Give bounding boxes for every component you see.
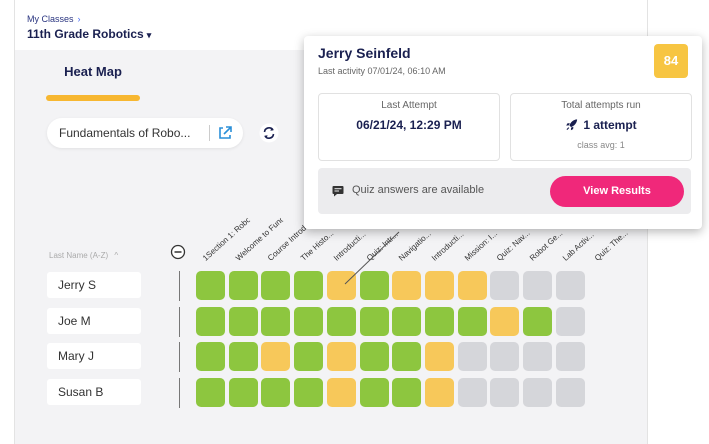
view-results-button[interactable]: View Results [550, 176, 684, 207]
class-average: class avg: 1 [577, 140, 625, 150]
total-attempts-card: Total attempts run 1 attempt class avg: … [510, 93, 692, 161]
student-detail-popup: Jerry Seinfeld Last activity 07/01/24, 0… [304, 36, 702, 229]
total-attempts-label: Total attempts run [561, 100, 641, 111]
quiz-answers-bar: Quiz answers are available View Results [318, 168, 691, 214]
last-attempt-value: 06/21/24, 12:29 PM [356, 118, 462, 132]
total-attempts-value: 1 attempt [583, 118, 637, 132]
quiz-answers-icon [332, 186, 344, 197]
last-attempt-label: Last Attempt [381, 100, 437, 111]
rocket-icon [566, 119, 578, 131]
popup-last-activity: Last activity 07/01/24, 06:10 AM [318, 66, 446, 76]
total-attempts-value-row: 1 attempt [511, 118, 691, 132]
score-badge: 84 [654, 44, 688, 78]
quiz-answers-text: Quiz answers are available [352, 184, 485, 196]
popup-student-name: Jerry Seinfeld [318, 45, 411, 61]
last-attempt-card: Last Attempt 06/21/24, 12:29 PM [318, 93, 500, 161]
